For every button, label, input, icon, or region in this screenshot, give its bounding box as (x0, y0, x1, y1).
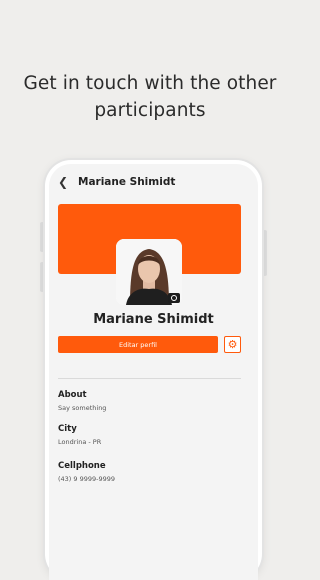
profile-avatar[interactable] (116, 239, 182, 305)
cellphone-label: Cellphone (58, 461, 106, 471)
headline-line-2: participants (94, 100, 206, 121)
phone-volume-up-button (40, 222, 44, 252)
phone-frame: ❮ Mariane Shimidt Mariane Shimidt Editar… (45, 160, 262, 580)
top-app-bar: ❮ Mariane Shimidt (49, 164, 258, 200)
promo-headline: Get in touch with the other participants (0, 70, 300, 124)
headline-line-1: Get in touch with the other (23, 73, 277, 94)
back-chevron-icon[interactable]: ❮ (58, 175, 72, 189)
header-title: Mariane Shimidt (78, 176, 176, 188)
about-value: Say something (58, 404, 107, 412)
phone-power-button (263, 230, 267, 276)
camera-icon[interactable] (168, 293, 180, 303)
about-section: About Say something (58, 390, 106, 412)
phone-volume-down-button (40, 262, 44, 292)
settings-button[interactable]: ⚙ (224, 336, 241, 353)
profile-name: Mariane Shimidt (93, 312, 214, 327)
city-section: City Londrina - PR (58, 424, 101, 446)
cellphone-value: (43) 9 9999-9999 (58, 475, 116, 483)
cellphone-section: Cellphone (43) 9 9999-9999 (58, 461, 115, 483)
edit-profile-button[interactable]: Editar perfil (58, 336, 218, 353)
divider (58, 378, 241, 379)
gear-icon: ⚙ (227, 338, 238, 351)
city-value: Londrina - PR (58, 438, 102, 446)
app-screen: ❮ Mariane Shimidt Mariane Shimidt Editar… (49, 164, 258, 580)
about-label: About (58, 390, 87, 400)
city-label: City (58, 424, 77, 434)
